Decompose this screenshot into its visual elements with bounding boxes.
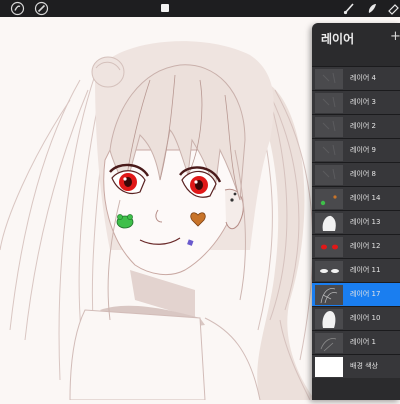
layer-name: 레이어 4: [350, 74, 376, 82]
layer-thumbnail: [315, 189, 343, 209]
top-toolbar: [0, 0, 400, 17]
layer-name: 레이어 3: [350, 98, 376, 106]
layer-name: 레이어 2: [350, 122, 376, 130]
layer-thumbnail: [315, 69, 343, 89]
brush-icon[interactable]: [342, 1, 357, 16]
layer-thumbnail: [315, 141, 343, 161]
layer-name: 레이어 13: [350, 218, 381, 226]
layer-name: 레이어 11: [350, 266, 381, 274]
layer-row[interactable]: 레이어 3: [312, 90, 400, 114]
layer-row[interactable]: 레이어 4: [312, 66, 400, 90]
adjustments-icon[interactable]: [10, 1, 25, 16]
layer-thumbnail: [315, 309, 343, 329]
layer-thumbnail: [315, 285, 343, 305]
layer-row[interactable]: 레이어 2: [312, 114, 400, 138]
layer-name: 레이어 1: [350, 338, 376, 346]
layer-row[interactable]: 레이어 8: [312, 162, 400, 186]
layer-name: 레이어 9: [350, 146, 376, 154]
layer-row[interactable]: 레이어 10: [312, 306, 400, 330]
layer-thumbnail: [315, 213, 343, 233]
plus-icon[interactable]: +: [390, 29, 400, 44]
layer-thumbnail: [315, 117, 343, 137]
layer-row[interactable]: 레이어 14: [312, 186, 400, 210]
transform-handle[interactable]: [161, 4, 169, 12]
layer-row[interactable]: 레이어 13: [312, 210, 400, 234]
layer-name: 배경 색상: [350, 362, 378, 370]
layer-name: 레이어 17: [350, 290, 381, 298]
layer-name: 레이어 14: [350, 194, 381, 202]
layer-row[interactable]: 레이어 12: [312, 234, 400, 258]
layer-name: 레이어 12: [350, 242, 381, 250]
layer-row[interactable]: 배경 색상: [312, 354, 400, 378]
frog-sticker: [116, 214, 134, 229]
layer-row[interactable]: 레이어 11: [312, 258, 400, 282]
layers-panel-title: 레이어: [321, 32, 355, 46]
layer-row[interactable]: 레이어 9: [312, 138, 400, 162]
layer-thumbnail: [315, 261, 343, 281]
smudge-icon[interactable]: [364, 1, 379, 16]
selection-icon[interactable]: [34, 1, 49, 16]
layer-thumbnail: [315, 237, 343, 257]
layer-name: 레이어 10: [350, 314, 381, 322]
layer-name: 레이어 8: [350, 170, 376, 178]
layer-thumbnail: [315, 357, 343, 377]
eraser-icon[interactable]: [386, 1, 400, 16]
layer-row[interactable]: 레이어 17: [312, 282, 400, 306]
layer-thumbnail: [315, 93, 343, 113]
layer-thumbnail: [315, 333, 343, 353]
layer-row[interactable]: 레이어 1: [312, 330, 400, 354]
layer-thumbnail: [315, 165, 343, 185]
layers-panel: 레이어 + 레이어 4 레이어 3 레이어 2 레이어 9 레이어 8 레이어 14 레이어…: [312, 23, 400, 400]
